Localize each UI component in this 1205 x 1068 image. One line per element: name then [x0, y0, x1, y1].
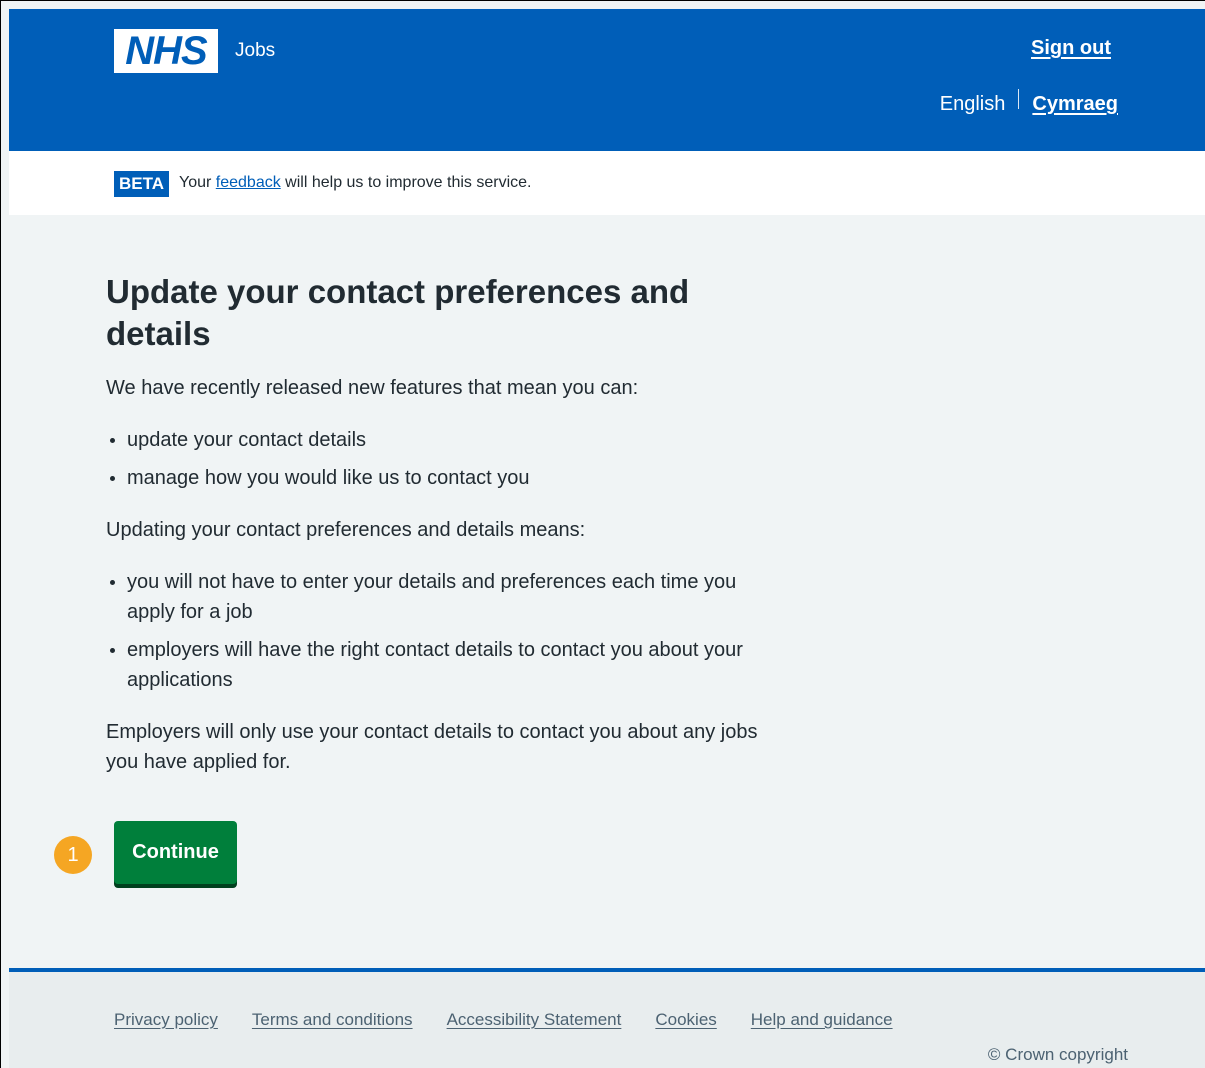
footer-link-privacy-policy[interactable]: Privacy policy: [114, 1010, 218, 1030]
copyright-text: © Crown copyright: [987, 1045, 1128, 1064]
continue-button[interactable]: Continue: [114, 821, 237, 884]
language-divider: [1018, 88, 1020, 109]
footer-links: Privacy policy Terms and conditions Acce…: [114, 1010, 893, 1030]
intro-text: We have recently released new features t…: [106, 377, 639, 399]
list-item: you will not have to enter your details …: [106, 567, 786, 627]
benefits-list: you will not have to enter your details …: [106, 567, 786, 695]
language-cymraeg-link[interactable]: Cymraeg: [1032, 93, 1118, 116]
sign-out-link[interactable]: Sign out: [1031, 37, 1111, 60]
language-english: English: [939, 93, 1006, 115]
nhs-logo-text: NHS: [125, 29, 207, 73]
footer-link-terms-and-conditions[interactable]: Terms and conditions: [252, 1010, 413, 1030]
features-list: update your contact details manage how y…: [106, 425, 786, 493]
feedback-link[interactable]: feedback: [216, 174, 281, 191]
list-item: employers will have the right contact de…: [106, 635, 786, 695]
footer-link-accessibility-statement[interactable]: Accessibility Statement: [447, 1010, 622, 1030]
page-title: Update your contact preferences and deta…: [106, 273, 690, 352]
beta-banner: BETA Your feedback will help us to impro…: [9, 151, 1205, 215]
page-frame: NHS Jobs Sign out English Cymraeg BETA Y…: [0, 0, 1205, 1068]
site-header: NHS Jobs Sign out English Cymraeg: [9, 9, 1205, 151]
beta-text-before: Your: [179, 174, 212, 191]
footer-link-cookies[interactable]: Cookies: [655, 1010, 716, 1030]
beta-text-after: will help us to improve this service.: [285, 174, 532, 191]
footer-link-help-and-guidance[interactable]: Help and guidance: [751, 1010, 893, 1030]
beta-text: Your feedback will help us to improve th…: [179, 174, 531, 192]
list-item: manage how you would like us to contact …: [106, 463, 786, 493]
language-switcher: English Cymraeg: [939, 88, 1118, 116]
nhs-logo[interactable]: NHS: [114, 29, 218, 73]
beta-tag: BETA: [114, 171, 170, 197]
step-marker: 1: [54, 836, 92, 874]
service-name[interactable]: Jobs: [235, 40, 275, 62]
main-content: Update your contact preferences and deta…: [106, 271, 786, 799]
site-footer: Privacy policy Terms and conditions Acce…: [9, 968, 1205, 1068]
benefits-intro-text: Updating your contact preferences and de…: [106, 519, 586, 541]
list-item: update your contact details: [106, 425, 786, 455]
note-text: Employers will only use your contact det…: [106, 721, 758, 773]
